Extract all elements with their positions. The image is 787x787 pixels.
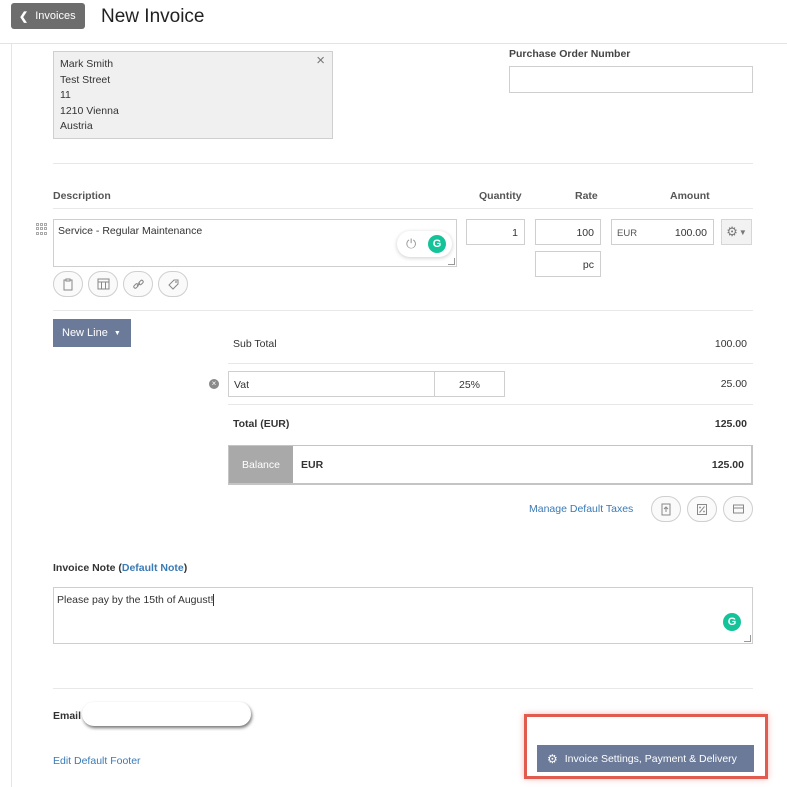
invoice-note-label-text: Invoice Note (53, 562, 116, 574)
tag-icon (167, 279, 178, 290)
upload-document-icon (661, 503, 671, 515)
item-description-text: Service - Regular Maintenance (58, 225, 203, 237)
invoice-note-text: Please pay by the 15th of August! (57, 594, 214, 606)
new-line-button[interactable]: New Line ▼ (53, 319, 131, 347)
rate-column-header: Rate (575, 190, 598, 202)
client-address-card[interactable]: Mark Smith Test Street 11 1210 Vienna Au… (53, 51, 333, 139)
invoice-settings-button[interactable]: ⚙ Invoice Settings, Payment & Delivery (537, 745, 754, 772)
chevron-left-icon: ❮ (19, 10, 29, 23)
line-settings-dropdown[interactable]: ⚙ ▼ (721, 219, 752, 245)
rate-input[interactable]: 100 (535, 219, 601, 245)
amount-column-header: Amount (670, 190, 710, 202)
text-caret (213, 594, 215, 607)
discount-button[interactable] (687, 496, 717, 522)
calculator-icon (97, 278, 109, 290)
invoice-note-label: Invoice Note (Default Note) (53, 562, 188, 574)
email-label: Email (53, 710, 82, 722)
page-title: New Invoice (101, 6, 205, 27)
section-divider (53, 163, 753, 164)
unit-input[interactable]: pc (535, 251, 601, 277)
copy-item-button[interactable] (53, 271, 83, 297)
back-button-label: Invoices (35, 10, 76, 22)
new-line-label: New Line (62, 327, 108, 339)
left-rail-divider (11, 44, 12, 787)
default-note-link[interactable]: Default Note (122, 562, 184, 574)
caret-down-icon: ▼ (738, 227, 747, 237)
tax-name-input[interactable]: Vat (228, 371, 435, 397)
drag-handle-icon[interactable] (36, 223, 48, 235)
description-column-header: Description (53, 190, 111, 202)
quantity-input[interactable]: 1 (466, 219, 525, 245)
quantity-column-header: Quantity (479, 190, 522, 202)
subtotal-divider (228, 363, 753, 364)
subtotal-label: Sub Total (233, 338, 277, 350)
address-line-city: 1210 Vienna (60, 104, 119, 117)
calculator-button[interactable] (88, 271, 118, 297)
subtotal-value: 100.00 (714, 338, 747, 350)
link-icon (132, 279, 144, 289)
tag-item-button[interactable] (158, 271, 188, 297)
invoice-note-textarea[interactable]: Please pay by the 15th of August! G (53, 587, 753, 644)
grammarly-icon[interactable]: G (428, 235, 446, 253)
remove-tax-icon[interactable]: × (209, 379, 219, 389)
purchase-order-input[interactable] (509, 66, 753, 93)
percent-icon (697, 503, 707, 515)
tax-divider (228, 404, 753, 405)
amount-value: 100.00 (674, 227, 707, 239)
grammarly-widget[interactable]: ⏻ G (397, 231, 452, 257)
email-input[interactable] (82, 702, 251, 726)
amount-field[interactable]: EUR 100.00 (611, 219, 714, 245)
invoice-settings-label: Invoice Settings, Payment & Delivery (564, 752, 737, 765)
resize-grip-icon[interactable] (448, 258, 455, 265)
page-header: ❮ Invoices New Invoice (0, 0, 787, 44)
amount-currency: EUR (617, 228, 638, 239)
manage-default-taxes-link[interactable]: Manage Default Taxes (529, 503, 633, 515)
address-line-number: 11 (60, 89, 71, 102)
back-to-invoices-button[interactable]: ❮ Invoices (11, 3, 85, 29)
total-value: 125.00 (714, 418, 747, 430)
power-icon[interactable]: ⏻ (406, 236, 416, 252)
close-icon[interactable]: × (316, 53, 325, 69)
address-line-country: Austria (60, 120, 93, 133)
shipping-button[interactable] (723, 496, 753, 522)
address-line-street: Test Street (60, 73, 111, 86)
balance-box: Balance EUR 125.00 (228, 445, 753, 485)
balance-value: 125.00 (711, 459, 744, 471)
tax-upload-button[interactable] (651, 496, 681, 522)
resize-grip-icon[interactable] (744, 635, 751, 642)
clipboard-icon (63, 278, 73, 290)
gear-icon: ⚙ (547, 751, 558, 766)
link-item-button[interactable] (123, 271, 153, 297)
address-line-name: Mark Smith (60, 58, 114, 70)
gear-icon: ⚙ (726, 224, 738, 239)
balance-label: Balance (229, 446, 293, 483)
items-divider (53, 310, 753, 311)
box-icon (732, 504, 744, 514)
tax-rate-input[interactable]: 25% (434, 371, 505, 397)
balance-currency: EUR (301, 459, 324, 471)
tax-value: 25.00 (720, 378, 747, 390)
purchase-order-label: Purchase Order Number (509, 48, 631, 60)
footer-divider (53, 688, 753, 689)
edit-default-footer-link[interactable]: Edit Default Footer (53, 755, 141, 767)
header-divider (53, 208, 753, 209)
grammarly-icon[interactable]: G (723, 613, 741, 631)
caret-down-icon: ▼ (113, 329, 121, 337)
total-label: Total (EUR) (233, 418, 290, 430)
